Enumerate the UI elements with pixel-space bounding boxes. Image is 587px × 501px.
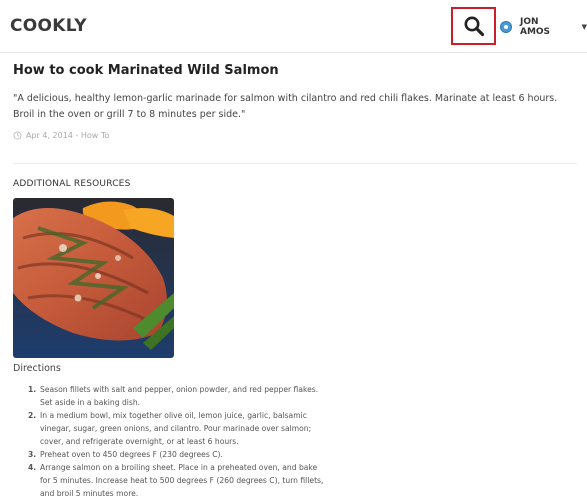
directions-heading: Directions <box>13 363 61 374</box>
search-icon <box>464 16 484 37</box>
top-navigation-bar: COOKLY JON AMOS ▼ <box>0 0 587 53</box>
user-avatar-icon <box>500 21 512 33</box>
search-button[interactable] <box>451 7 496 45</box>
list-item: 4. Arrange salmon on a broiling sheet. P… <box>28 463 324 498</box>
grilled-salmon-photo[interactable] <box>13 198 174 358</box>
post-meta: Apr 4, 2014 - How To <box>13 131 109 140</box>
list-item: 1. Season fillets with salt and pepper, … <box>28 385 319 407</box>
page-title: How to cook Marinated Wild Salmon <box>13 63 279 78</box>
user-name: JON AMOS <box>519 17 551 37</box>
recipe-description: "A delicious, healthy lemon-garlic marin… <box>13 93 558 120</box>
list-item: 2. In a medium bowl, mix together olive … <box>28 411 312 446</box>
list-item: 3. Preheat oven to 450 degrees F (230 de… <box>28 450 223 459</box>
additional-resources-heading: ADDITIONAL RESOURCES <box>13 179 131 189</box>
directions-list: 1. Season fillets with salt and pepper, … <box>28 383 328 500</box>
user-menu[interactable]: JON AMOS ▼ <box>500 17 587 37</box>
post-date: Apr 4, 2014 - How To <box>26 131 110 140</box>
brand-logo[interactable]: COOKLY <box>10 16 87 36</box>
clock-icon <box>13 131 22 140</box>
divider <box>13 163 577 164</box>
chevron-down-icon: ▼ <box>581 23 587 31</box>
